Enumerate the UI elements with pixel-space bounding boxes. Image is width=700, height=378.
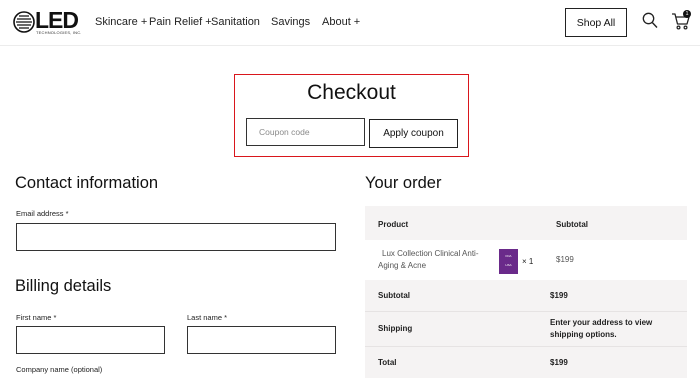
apply-coupon-button[interactable]: Apply coupon	[369, 119, 458, 148]
coupon-input[interactable]	[246, 118, 365, 146]
logo-subtitle: TECHNOLOGIES, INC.	[36, 30, 82, 35]
nav-item-pain-relief[interactable]: Pain Relief +	[149, 16, 212, 28]
subtotal-label: Subtotal	[378, 291, 410, 300]
product-name-line-2: Aging & Acne	[378, 261, 427, 270]
site-header: LED TECHNOLOGIES, INC. Skincare + Pain R…	[0, 0, 700, 46]
divider	[365, 346, 687, 347]
divider	[365, 311, 687, 312]
subtotal-value: $199	[550, 291, 568, 300]
shipping-info-line-2: shipping options.	[550, 330, 617, 339]
first-name-label: First name *	[16, 313, 57, 322]
logo[interactable]: LED TECHNOLOGIES, INC.	[13, 7, 82, 36]
last-name-label: Last name *	[187, 313, 228, 322]
product-quantity: × 1	[522, 257, 534, 266]
nav-item-sanitation[interactable]: Sanitation	[211, 16, 260, 28]
checkout-coupon-box: Checkout Apply coupon	[234, 74, 469, 157]
product-thumbnail: FDA HSA	[499, 249, 518, 274]
column-header-subtotal: Subtotal	[556, 220, 588, 229]
order-heading: Your order	[365, 174, 442, 192]
column-header-product: Product	[378, 220, 409, 229]
contact-heading: Contact information	[15, 174, 159, 192]
company-name-label: Company name (optional)	[16, 365, 103, 374]
nav-item-skincare[interactable]: Skincare +	[95, 16, 147, 28]
logo-icon	[13, 11, 35, 33]
shop-all-button[interactable]: Shop All	[565, 8, 627, 37]
product-thumbnail-text-2: HSA	[505, 263, 512, 267]
order-review-table: Product Subtotal Lux Collection Clinical…	[365, 206, 687, 378]
page-title: Checkout	[307, 81, 396, 104]
product-thumbnail-text-1: FDA	[505, 254, 512, 258]
cart-count-badge: 1	[683, 10, 691, 18]
email-label: Email address *	[16, 209, 69, 218]
last-name-field[interactable]	[187, 326, 336, 354]
first-name-field[interactable]	[16, 326, 165, 354]
email-field[interactable]	[16, 223, 336, 251]
product-price: $199	[556, 255, 574, 264]
product-name-line-1: Lux Collection Clinical Anti-	[382, 249, 479, 258]
billing-heading: Billing details	[15, 277, 112, 295]
total-value: $199	[550, 358, 568, 367]
nav-item-about[interactable]: About +	[322, 16, 360, 28]
shipping-info-line-1: Enter your address to view	[550, 318, 653, 327]
search-icon[interactable]	[642, 12, 658, 29]
nav-item-savings[interactable]: Savings	[271, 16, 310, 28]
total-label: Total	[378, 358, 397, 367]
table-row: Lux Collection Clinical Anti- Aging & Ac…	[365, 240, 687, 280]
shipping-label: Shipping	[378, 324, 413, 333]
